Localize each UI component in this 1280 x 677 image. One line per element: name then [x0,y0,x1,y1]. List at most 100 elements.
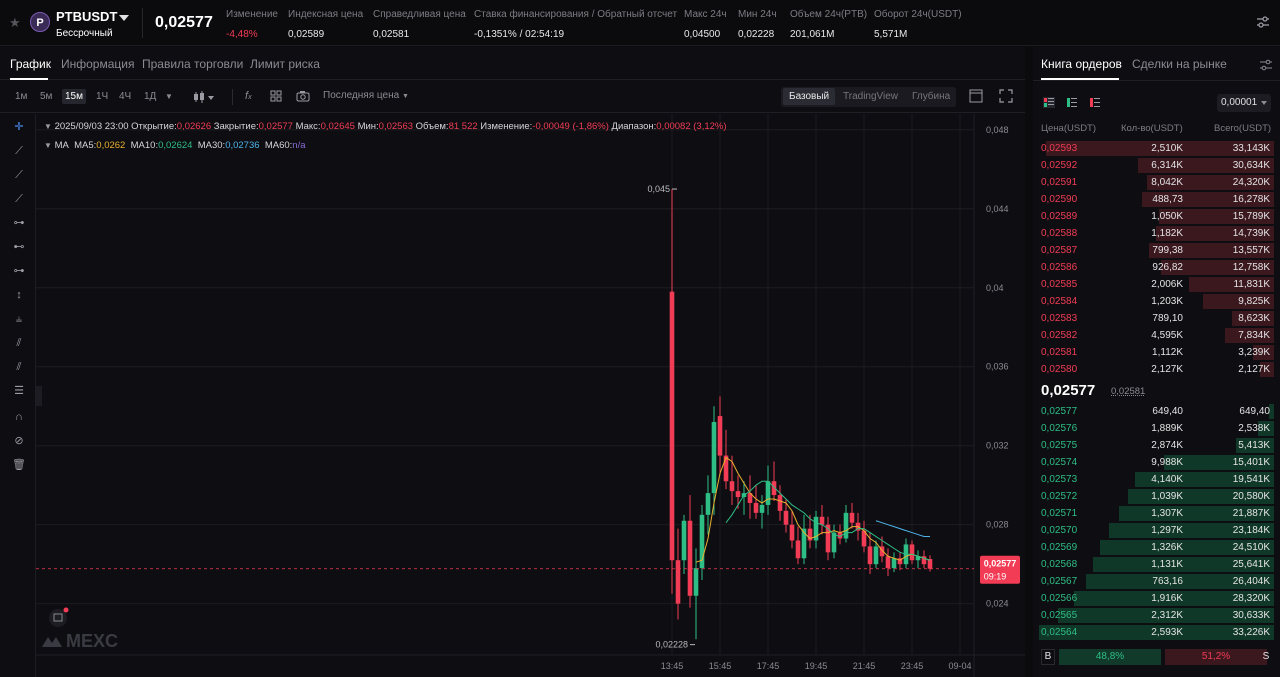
crosshair-icon[interactable]: ✛ [11,120,27,134]
trash-icon[interactable]: 🗑 [11,458,27,472]
bid-row[interactable]: 0,02570 1,297K 23,184K [1033,522,1280,539]
candle-down [927,559,933,569]
legend-open: 0,02626 [176,121,212,132]
fullscreen-icon[interactable] [999,89,1013,103]
window-layout-icon[interactable] [969,89,983,103]
extended-line-icon[interactable]: ⟋ [11,192,27,206]
bid-row[interactable]: 0,02575 2,874K 5,413K [1033,437,1280,454]
view-basic[interactable]: Базовый [783,88,836,105]
view-tradingview[interactable]: TradingView [843,91,898,102]
ask-row[interactable]: 0,02581 1,112K 3,239K [1033,344,1280,361]
ask-row[interactable]: 0,02588 1,182K 14,739K [1033,225,1280,242]
trend-line-icon[interactable]: ⟋ [11,144,27,158]
layout-grid-icon[interactable] [270,90,282,102]
legend-range-label: Диапазон: [611,121,657,132]
candle-type-icon[interactable] [193,91,215,103]
tab-trading-rules[interactable]: Правила торговли [142,57,243,71]
tab-chart[interactable]: График [10,57,51,71]
favorite-star-icon[interactable]: ★ [9,15,21,31]
ray-icon[interactable]: ⟋ [11,168,27,182]
timeframe-1m[interactable]: 1м [15,91,27,102]
price-type-select[interactable]: Последняя цена ▼ [323,90,409,101]
magnet-icon[interactable]: ∩ [11,410,27,424]
tab-order-book[interactable]: Книга ордеров [1041,57,1122,71]
ask-row[interactable]: 0,02587 799,38 13,557K [1033,242,1280,259]
col-qty: Кол-во(USDT) [1121,123,1183,134]
ask-row[interactable]: 0,02589 1,050K 15,789K [1033,208,1280,225]
timeframe-15m[interactable]: 15м [62,89,86,104]
chart-canvas[interactable]: 0,048 0,044 0,04 0,036 0,032 0,028 0,024 13:45 1… [36,114,1025,677]
hide-drawings-icon[interactable]: ⊘ [11,434,27,448]
timeframe-4h[interactable]: 4Ч [119,91,131,102]
ask-row[interactable]: 0,02586 926,82 12,758K [1033,259,1280,276]
precision-select[interactable]: 0,00001 [1217,94,1271,112]
timeframe-1h[interactable]: 1Ч [96,91,108,102]
book-mode-both-icon[interactable] [1043,97,1055,108]
stat-funding-rate[interactable]: Ставка финансирования / Обратный отсчет … [474,9,677,40]
ask-row[interactable]: 0,02584 1,203K 9,825K [1033,293,1280,310]
ask-row[interactable]: 0,02591 8,042K 24,320K [1033,174,1280,191]
more-timeframes-caret-icon[interactable]: ▼ [165,92,173,101]
bid-row[interactable]: 0,02564 2,593K 33,226K [1033,624,1280,641]
book-mode-bids-icon[interactable] [1066,97,1078,108]
book-settings-icon[interactable] [1259,59,1273,71]
ask-price: 0,02587 [1041,245,1078,256]
parallel-line-icon[interactable]: ⊶ [11,264,27,278]
tab-info[interactable]: Информация [61,57,134,71]
tab-risk-limit[interactable]: Лимит риска [250,57,320,71]
bid-row[interactable]: 0,02566 1,916K 28,320K [1033,590,1280,607]
price-range-icon[interactable]: ⫨ [11,312,27,326]
pattern-icon[interactable]: ⫽ [11,360,27,374]
bid-price: 0,02568 [1041,559,1078,570]
bid-row[interactable]: 0,02573 4,140K 19,541K [1033,471,1280,488]
stat-label: Индексная цена [288,9,364,20]
ma-title[interactable]: MA [55,140,69,151]
y-tick-label: 0,028 [986,520,1009,530]
bid-row[interactable]: 0,02577 649,40 649,40 [1033,403,1280,420]
timeframe-1d[interactable]: 1Д [144,91,156,102]
collapse-ma-icon[interactable]: ▼ [44,141,52,150]
settings-sliders-icon[interactable] [1255,14,1271,30]
candlestick-chart[interactable]: 0,048 0,044 0,04 0,036 0,032 0,028 0,024 13:45 1… [36,114,1025,677]
active-tab-indicator [10,78,48,80]
ask-row[interactable]: 0,02580 2,127K 2,127K [1033,361,1280,378]
bid-row[interactable]: 0,02572 1,039K 20,580K [1033,488,1280,505]
legend-change: -0,00049 (-1,86%) [532,121,609,132]
book-mode-asks-icon[interactable] [1089,97,1101,108]
camera-icon[interactable] [296,90,310,102]
fib-icon[interactable]: ⫽ [11,336,27,350]
collapse-legend-icon[interactable]: ▼ [44,122,52,131]
horizontal-ray-icon[interactable]: ⊷ [11,240,27,254]
bid-row[interactable]: 0,02571 1,307K 21,887K [1033,505,1280,522]
symbol-dropdown-icon[interactable] [119,15,129,21]
bid-row[interactable]: 0,02565 2,312K 30,633K [1033,607,1280,624]
ask-row[interactable]: 0,02592 6,314K 30,634K [1033,157,1280,174]
symbol-name[interactable]: PTBUSDT [56,9,117,24]
tab-market-trades[interactable]: Сделки на рынке [1132,57,1227,71]
horizontal-line-icon[interactable]: ⊶ [11,216,27,230]
legend-high-label: Макс: [295,121,321,132]
timeframe-5m[interactable]: 5м [40,91,52,102]
ask-row[interactable]: 0,02583 789,10 8,623K [1033,310,1280,327]
y-tick-label: 0,04 [986,283,1004,293]
bid-row[interactable]: 0,02576 1,889K 2,538K [1033,420,1280,437]
bid-qty: 1,039K [1151,491,1183,502]
ask-total: 12,758K [1232,262,1270,273]
ask-price: 0,02583 [1041,313,1078,324]
legend-low: 0,02563 [378,121,414,132]
bid-row[interactable]: 0,02567 763,16 26,404K [1033,573,1280,590]
stat-low-24h: Мин 24ч 0,02228 [738,9,777,40]
bid-row[interactable]: 0,02569 1,326K 24,510K [1033,539,1280,556]
layers-icon[interactable]: ☰ [11,384,27,398]
ask-row[interactable]: 0,02590 488,73 16,278K [1033,191,1280,208]
view-depth[interactable]: Глубина [912,91,950,102]
indicators-fx-icon[interactable]: fx [245,90,252,102]
ask-row[interactable]: 0,02582 4,595K 7,834K [1033,327,1280,344]
vertical-line-icon[interactable]: ↕ [11,288,27,302]
ask-row[interactable]: 0,02593 2,510K 33,143K [1033,140,1280,157]
candle-up [873,546,879,565]
bid-price: 0,02571 [1041,508,1078,519]
ask-row[interactable]: 0,02585 2,006K 11,831K [1033,276,1280,293]
bid-row[interactable]: 0,02568 1,131K 25,641K [1033,556,1280,573]
bid-row[interactable]: 0,02574 9,988K 15,401K [1033,454,1280,471]
